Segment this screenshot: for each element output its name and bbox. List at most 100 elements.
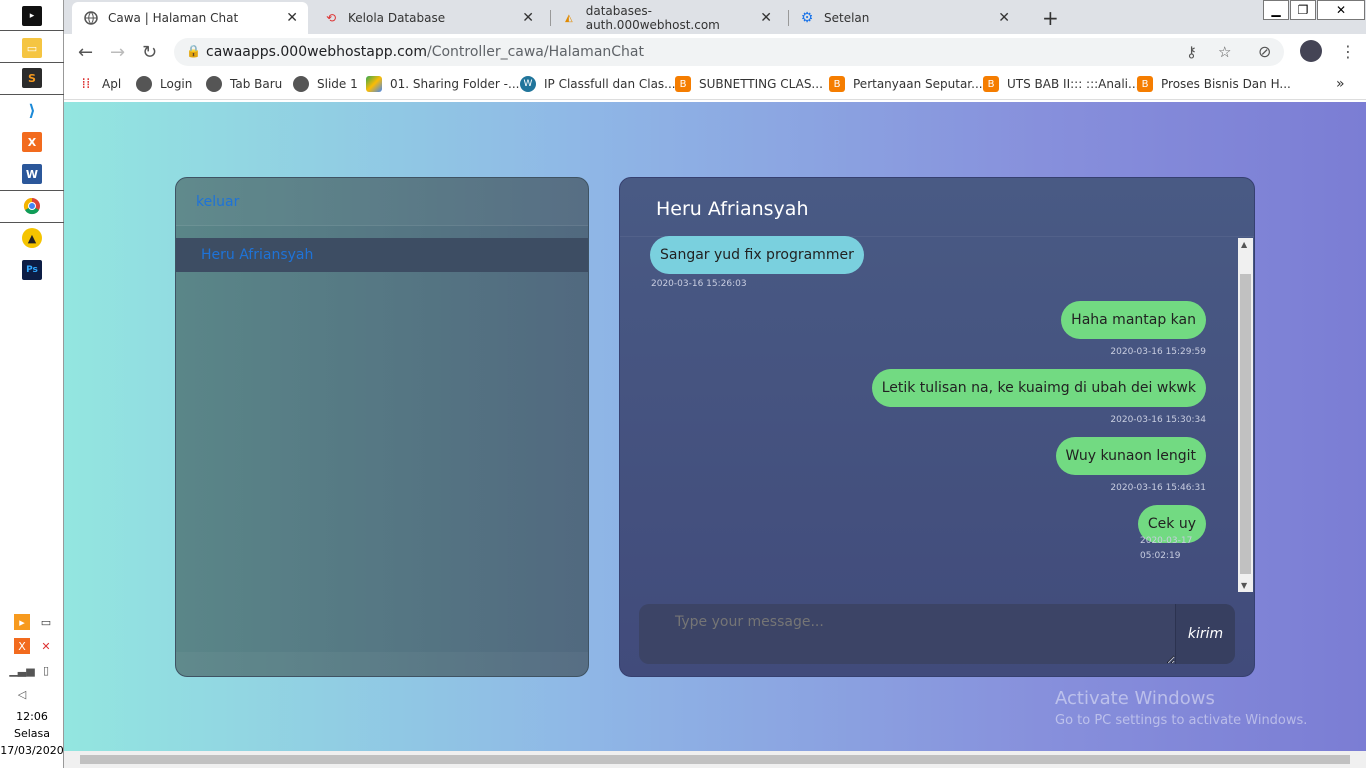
message-timestamp: 2020-03-16 15:29:59 [1110, 347, 1206, 357]
photoshop-icon[interactable]: Ps [22, 260, 42, 280]
tab-databases-auth[interactable]: ◭ databases-auth.000webhost.com ✕ [550, 2, 782, 34]
tab-kelola-database[interactable]: ⟲ Kelola Database ✕ [312, 2, 544, 34]
star-icon[interactable]: ☆ [1218, 43, 1231, 61]
xampp-icon[interactable]: X [22, 132, 42, 152]
chat-panel: Heru Afriansyah Sangar yud fix programme… [619, 177, 1255, 677]
scroll-thumb[interactable] [80, 755, 1350, 764]
apps-icon: ⁞⁞ [81, 76, 91, 92]
bookmark-uts-bab[interactable]: B UTS BAB II::: :::Anali... [983, 76, 1139, 92]
send-button[interactable]: kirim [1175, 604, 1235, 664]
close-icon[interactable]: ✕ [522, 10, 534, 26]
volume-icon[interactable]: ◁ [14, 686, 30, 702]
contacts-header: keluar [176, 178, 588, 226]
watermark-title: Activate Windows [1055, 688, 1215, 709]
back-icon[interactable]: ← [78, 42, 93, 63]
bookmark-slide-1[interactable]: Slide 1 [293, 76, 358, 92]
globe-icon [293, 76, 309, 92]
bookmark-proses-bisnis[interactable]: B Proses Bisnis Dan H... [1137, 76, 1291, 92]
blogger-icon: B [1137, 76, 1153, 92]
sublime-text-icon[interactable]: S [22, 68, 42, 88]
xampp-tray-icon[interactable]: X [14, 638, 30, 654]
message-timestamp: 2020-03-16 15:30:34 [1110, 415, 1206, 425]
message-bubble: Letik tulisan na, ke kuaimg di ubah dei … [871, 369, 1206, 407]
activate-windows-watermark: Activate Windows Go to PC settings to ac… [1055, 688, 1307, 728]
avatar[interactable] [1300, 40, 1322, 62]
word-icon[interactable]: W [22, 164, 42, 184]
close-icon[interactable]: ✕ [760, 10, 772, 26]
url-text[interactable]: cawaapps.000webhostapp.com/Controller_ca… [206, 44, 644, 60]
gear-icon: ⚙ [800, 10, 814, 26]
block-icon[interactable]: ⊘ [1258, 42, 1271, 61]
scroll-up-icon[interactable]: ▲ [1241, 240, 1247, 249]
chrome-icon[interactable] [22, 196, 42, 216]
tab-cawa-chat[interactable]: Cawa | Halaman Chat ✕ [72, 2, 308, 34]
key-icon[interactable]: ⚷ [1186, 43, 1197, 61]
message-bubble: Sangar yud fix programmer [650, 236, 864, 274]
tab-label: Cawa | Halaman Chat [108, 11, 239, 25]
tab-label: databases-auth.000webhost.com [585, 4, 720, 32]
bookmark-subnetting[interactable]: B SUBNETTING CLAS... [675, 76, 823, 92]
blogger-icon: B [675, 76, 691, 92]
bookmark-ip-classfull[interactable]: W IP Classfull dan Clas... [520, 76, 676, 92]
clock-day: Selasa [13, 727, 51, 740]
message-input[interactable] [639, 604, 1175, 664]
watermark-subtitle: Go to PC settings to activate Windows. [1055, 713, 1308, 728]
bookmark-pertanyaan[interactable]: B Pertanyaan Seputar... [829, 76, 983, 92]
more-bookmarks-icon[interactable]: » [1336, 76, 1345, 92]
bookmark-login[interactable]: Login [136, 76, 192, 92]
tab-label: Kelola Database [348, 11, 446, 25]
message-timestamp: 2020-03-16 15:26:03 [651, 279, 747, 289]
minimize-button[interactable]: ▁ [1263, 0, 1289, 20]
message-timestamp: 2020-03-17 [1140, 536, 1193, 546]
tab-setelan[interactable]: ⚙ Setelan ✕ [788, 2, 1020, 34]
blogger-icon: B [983, 76, 999, 92]
battery-icon[interactable]: ▯ [38, 662, 54, 678]
globe-icon [84, 11, 98, 25]
menu-icon[interactable]: ⋮ [1340, 42, 1356, 61]
chat-page: keluar Heru Afriansyah Heru Afriansyah S… [64, 102, 1366, 751]
chat-title: Heru Afriansyah [656, 198, 809, 220]
message-bubble: Haha mantap kan [1061, 301, 1206, 339]
terminal-icon[interactable]: ▸ [22, 6, 42, 26]
bookmark-apl[interactable]: ⁞⁞ Apl [78, 76, 122, 92]
reload-icon[interactable]: ↻ [142, 42, 157, 63]
media-icon[interactable]: ▸ [14, 614, 30, 630]
close-icon[interactable]: ✕ [286, 10, 298, 26]
close-icon[interactable]: ✕ [998, 10, 1010, 26]
close-window-button[interactable]: ✕ [1317, 0, 1365, 20]
contacts-footer [176, 652, 588, 676]
vscode-icon[interactable]: ⟩ [22, 100, 42, 120]
signal-icon[interactable]: ▁▃▅ [9, 662, 34, 678]
horizontal-scrollbar[interactable] [64, 751, 1366, 768]
bookmark-tab-baru[interactable]: Tab Baru [206, 76, 282, 92]
toolbar: ← → ↻ 🔒 cawaapps.000webhostapp.com/Contr… [64, 34, 1366, 70]
message-bubble: Wuy kunaon lengit [1055, 437, 1206, 475]
logout-link[interactable]: keluar [196, 194, 239, 210]
message-timestamp: 2020-03-16 15:46:31 [1110, 483, 1206, 493]
message-list[interactable]: Sangar yud fix programmer 2020-03-16 15:… [620, 236, 1236, 590]
lock-icon: 🔒 [186, 44, 201, 58]
tab-strip: Cawa | Halaman Chat ✕ ⟲ Kelola Database … [64, 0, 1366, 34]
wordpress-icon: W [520, 76, 536, 92]
address-bar[interactable]: 🔒 cawaapps.000webhostapp.com/Controller_… [174, 38, 1284, 66]
clock-time[interactable]: 12:06 [0, 710, 64, 723]
clock-date: 17/03/2020 [0, 744, 64, 757]
forward-icon[interactable]: → [110, 42, 125, 63]
contact-item[interactable]: Heru Afriansyah [176, 238, 588, 272]
app-icon[interactable]: ▲ [22, 228, 42, 248]
no-connection-icon[interactable]: ✕ [38, 638, 54, 654]
scroll-down-icon[interactable]: ▼ [1241, 581, 1247, 590]
file-explorer-icon[interactable]: ▭ [22, 38, 42, 58]
network-icon[interactable]: ▭ [38, 614, 54, 630]
compose-area: kirim [639, 604, 1235, 664]
scroll-thumb[interactable] [1240, 274, 1251, 574]
pma-icon: ◭ [565, 12, 573, 24]
bookmark-sharing-folder[interactable]: 01. Sharing Folder -... [366, 76, 519, 92]
db-icon: ⟲ [325, 11, 337, 25]
restore-button[interactable]: ❐ [1290, 0, 1316, 20]
contacts-panel: keluar Heru Afriansyah [175, 177, 589, 677]
message-scrollbar[interactable]: ▲ ▼ [1238, 238, 1253, 592]
new-tab-button[interactable]: + [1042, 6, 1059, 30]
taskbar: ▸ ▭ S ⟩ X W ▲ Ps ▸ ▭ X ✕ ▁▃▅ ▯ ◁ 12:06 S… [0, 0, 64, 768]
message-timestamp: 05:02:19 [1140, 551, 1181, 561]
